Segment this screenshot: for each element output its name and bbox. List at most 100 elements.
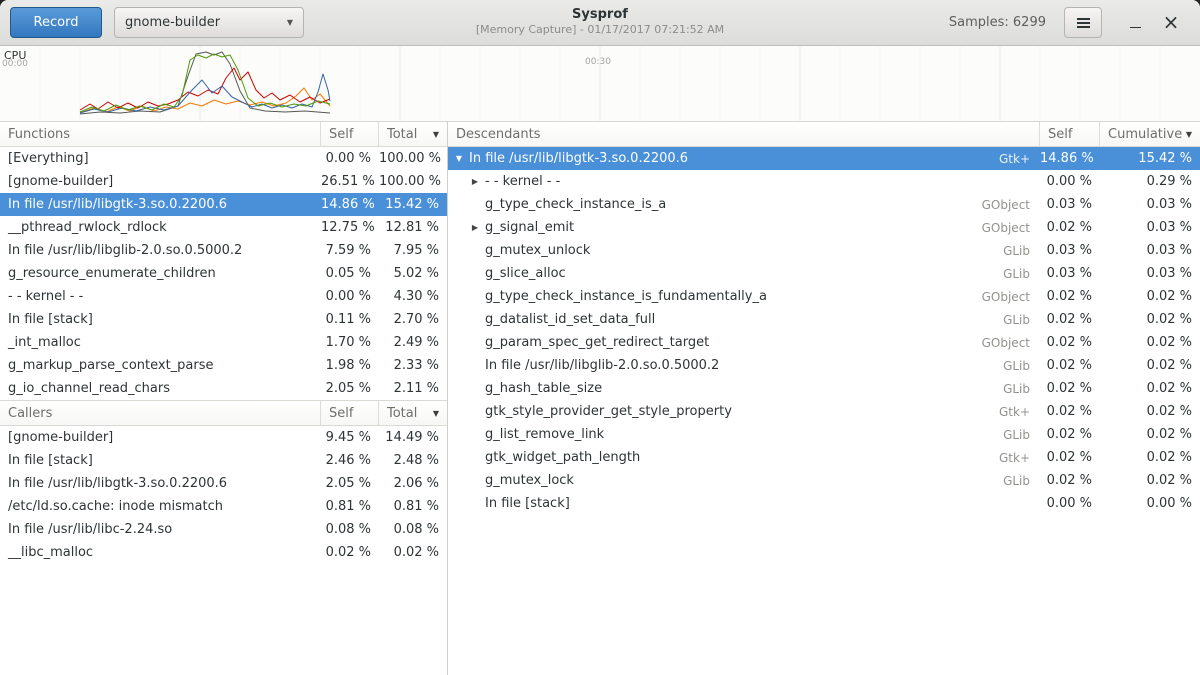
column-header-label: Self bbox=[329, 127, 353, 142]
table-row[interactable]: In file [stack]2.46 %2.48 % bbox=[0, 449, 447, 472]
function-name: g_mutex_lock bbox=[485, 473, 574, 488]
self-percent: 0.08 % bbox=[321, 522, 379, 537]
table-row[interactable]: ▼In file /usr/lib/libgtk-3.so.0.2200.6Gt… bbox=[448, 147, 1200, 170]
menu-button[interactable] bbox=[1064, 7, 1102, 38]
expander-icon[interactable]: ▼ bbox=[452, 154, 466, 163]
table-row[interactable]: In file [stack]0.00 %0.00 % bbox=[448, 492, 1200, 515]
table-row[interactable]: In file /usr/lib/libglib-2.0.so.0.5000.2… bbox=[0, 239, 447, 262]
library-tag: GObject bbox=[982, 221, 1040, 235]
function-name: In file /usr/lib/libgtk-3.so.0.2200.6 bbox=[0, 197, 321, 212]
table-row[interactable]: g_param_spec_get_redirect_targetGObject0… bbox=[448, 331, 1200, 354]
self-percent: 0.00 % bbox=[1040, 174, 1100, 189]
self-percent: 0.02 % bbox=[1040, 220, 1100, 235]
table-row[interactable]: In file [stack]0.11 %2.70 % bbox=[0, 308, 447, 331]
table-row[interactable]: __pthread_rwlock_rdlock12.75 %12.81 % bbox=[0, 216, 447, 239]
table-row[interactable]: gtk_widget_path_lengthGtk+0.02 %0.02 % bbox=[448, 446, 1200, 469]
functions-table-header: Functions Self Total▼ bbox=[0, 122, 447, 147]
cumulative-percent: 0.03 % bbox=[1100, 220, 1200, 235]
table-row[interactable]: - - kernel - -0.00 %4.30 % bbox=[0, 285, 447, 308]
table-row[interactable]: In file /usr/lib/libglib-2.0.so.0.5000.2… bbox=[448, 354, 1200, 377]
column-header-label: Callers bbox=[8, 406, 52, 421]
table-row[interactable]: __libc_malloc0.02 %0.02 % bbox=[0, 541, 447, 564]
table-row[interactable]: g_type_check_instance_is_aGObject0.03 %0… bbox=[448, 193, 1200, 216]
column-header-functions[interactable]: Functions bbox=[0, 122, 321, 146]
self-percent: 0.03 % bbox=[1040, 197, 1100, 212]
column-header-total[interactable]: Total▼ bbox=[379, 122, 447, 146]
hamburger-icon bbox=[1077, 22, 1090, 24]
window-titlebox: Sysprof [Memory Capture] - 01/17/2017 07… bbox=[476, 7, 724, 36]
column-header-self[interactable]: Self bbox=[321, 401, 379, 425]
library-tag: Gtk+ bbox=[999, 405, 1040, 419]
self-percent: 7.59 % bbox=[321, 243, 379, 258]
self-percent: 0.02 % bbox=[321, 545, 379, 560]
function-name: g_datalist_id_set_data_full bbox=[485, 312, 655, 327]
table-row[interactable]: g_resource_enumerate_children0.05 %5.02 … bbox=[0, 262, 447, 285]
self-percent: 0.02 % bbox=[1040, 381, 1100, 396]
expander-icon[interactable]: ▶ bbox=[468, 223, 482, 232]
table-row[interactable]: g_type_check_instance_is_fundamentally_a… bbox=[448, 285, 1200, 308]
function-name: __libc_malloc bbox=[0, 545, 321, 560]
table-row[interactable]: ▶- - kernel - -0.00 %0.29 % bbox=[448, 170, 1200, 193]
table-row[interactable]: [gnome-builder]26.51 %100.00 % bbox=[0, 170, 447, 193]
column-header-label: Self bbox=[329, 406, 353, 421]
self-percent: 0.02 % bbox=[1040, 289, 1100, 304]
time-tick-mid: 00:30 bbox=[585, 57, 611, 67]
table-row[interactable]: g_mutex_lockGLib0.02 %0.02 % bbox=[448, 469, 1200, 492]
table-row[interactable]: In file /usr/lib/libgtk-3.so.0.2200.62.0… bbox=[0, 472, 447, 495]
cumulative-percent: 0.02 % bbox=[1100, 450, 1200, 465]
cumulative-percent: 0.02 % bbox=[1100, 404, 1200, 419]
self-percent: 0.02 % bbox=[1040, 312, 1100, 327]
column-header-self[interactable]: Self bbox=[1040, 122, 1100, 146]
function-name: _int_malloc bbox=[0, 335, 321, 350]
table-row[interactable]: /etc/ld.so.cache: inode mismatch0.81 %0.… bbox=[0, 495, 447, 518]
function-name: In file [stack] bbox=[0, 453, 321, 468]
right-pane: Descendants Self Cumulative▼ ▼In file /u… bbox=[448, 122, 1200, 675]
self-percent: 0.02 % bbox=[1040, 450, 1100, 465]
cpu-line-red bbox=[80, 68, 330, 110]
function-name: - - kernel - - bbox=[0, 289, 321, 304]
column-header-descendants[interactable]: Descendants bbox=[448, 122, 1040, 146]
total-percent: 7.95 % bbox=[379, 243, 447, 258]
table-row[interactable]: g_slice_allocGLib0.03 %0.03 % bbox=[448, 262, 1200, 285]
self-percent: 0.02 % bbox=[1040, 473, 1100, 488]
total-percent: 15.42 % bbox=[379, 197, 447, 212]
total-percent: 0.08 % bbox=[379, 522, 447, 537]
column-header-callers[interactable]: Callers bbox=[0, 401, 321, 425]
table-row[interactable]: g_hash_table_sizeGLib0.02 %0.02 % bbox=[448, 377, 1200, 400]
table-row[interactable]: ▶g_signal_emitGObject0.02 %0.03 % bbox=[448, 216, 1200, 239]
table-row[interactable]: gtk_style_provider_get_style_propertyGtk… bbox=[448, 400, 1200, 423]
record-button[interactable]: Record bbox=[10, 7, 102, 38]
cumulative-percent: 0.00 % bbox=[1100, 496, 1200, 511]
table-row[interactable]: g_datalist_id_set_data_fullGLib0.02 %0.0… bbox=[448, 308, 1200, 331]
minimize-button[interactable] bbox=[1122, 10, 1148, 36]
table-row[interactable]: g_markup_parse_context_parse1.98 %2.33 % bbox=[0, 354, 447, 377]
column-header-cumulative[interactable]: Cumulative▼ bbox=[1100, 122, 1200, 146]
table-row[interactable]: g_mutex_unlockGLib0.03 %0.03 % bbox=[448, 239, 1200, 262]
self-percent: 2.05 % bbox=[321, 476, 379, 491]
self-percent: 14.86 % bbox=[1040, 151, 1100, 166]
capture-subtitle: [Memory Capture] - 01/17/2017 07:21:52 A… bbox=[476, 23, 724, 36]
table-row[interactable]: [gnome-builder]9.45 %14.49 % bbox=[0, 426, 447, 449]
table-row[interactable]: [Everything]0.00 %100.00 % bbox=[0, 147, 447, 170]
table-row[interactable]: g_list_remove_linkGLib0.02 %0.02 % bbox=[448, 423, 1200, 446]
column-header-total[interactable]: Total▼ bbox=[379, 401, 447, 425]
library-tag: GLib bbox=[1003, 359, 1040, 373]
cpu-timeline[interactable]: CPU 00:00 00:30 bbox=[0, 46, 1200, 122]
column-header-self[interactable]: Self bbox=[321, 122, 379, 146]
table-row[interactable]: In file /usr/lib/libc-2.24.so0.08 %0.08 … bbox=[0, 518, 447, 541]
self-percent: 26.51 % bbox=[321, 174, 379, 189]
close-button[interactable]: × bbox=[1158, 10, 1184, 36]
process-selector[interactable]: gnome-builder ▼ bbox=[114, 7, 304, 38]
table-row[interactable]: _int_malloc1.70 %2.49 % bbox=[0, 331, 447, 354]
header-right-controls: Samples: 6299 × bbox=[949, 7, 1194, 38]
expander-icon[interactable]: ▶ bbox=[468, 177, 482, 186]
table-row[interactable]: In file /usr/lib/libgtk-3.so.0.2200.614.… bbox=[0, 193, 447, 216]
function-name: In file /usr/lib/libgtk-3.so.0.2200.6 bbox=[0, 476, 321, 491]
column-header-label: Total bbox=[387, 406, 417, 421]
function-name: g_resource_enumerate_children bbox=[0, 266, 321, 281]
cumulative-percent: 0.29 % bbox=[1100, 174, 1200, 189]
cumulative-percent: 0.02 % bbox=[1100, 473, 1200, 488]
cumulative-percent: 0.03 % bbox=[1100, 197, 1200, 212]
table-row[interactable]: g_io_channel_read_chars2.05 %2.11 % bbox=[0, 377, 447, 400]
total-percent: 4.30 % bbox=[379, 289, 447, 304]
